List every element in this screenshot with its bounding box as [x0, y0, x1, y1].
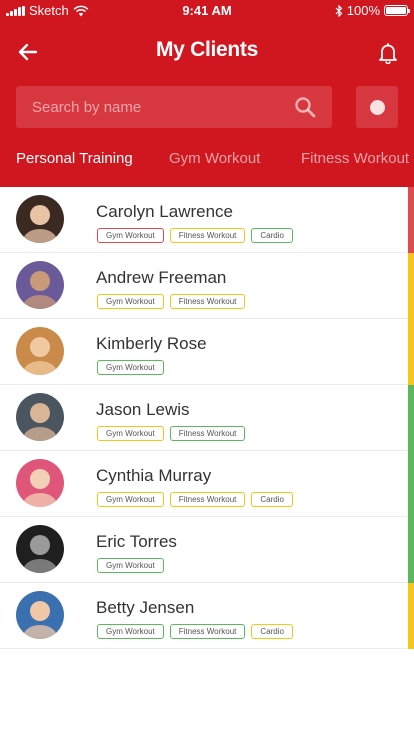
workout-tag: Gym Workout [97, 624, 164, 639]
category-tabs: Personal Training Gym Workout Fitness Wo… [0, 150, 414, 176]
status-indicator [408, 517, 414, 583]
client-name: Kimberly Rose [96, 334, 207, 353]
workout-tag: Gym Workout [97, 294, 164, 309]
status-bar: Sketch 9:41 AM 100% [0, 0, 414, 22]
notifications-button[interactable] [374, 38, 402, 68]
client-list: Carolyn Lawrence Gym Workout Fitness Worko… [0, 187, 414, 649]
client-tags: Gym Workout Fitness Workout [97, 426, 246, 441]
workout-tag: Gym Workout [97, 426, 164, 441]
status-indicator [408, 583, 414, 649]
workout-tag: Fitness Workout [169, 294, 246, 309]
search-input[interactable] [16, 86, 332, 128]
filter-dot-icon [369, 99, 385, 115]
battery-icon [384, 5, 410, 16]
client-name: Eric Torres [96, 532, 177, 551]
workout-tag: Gym Workout [97, 492, 164, 507]
tab-fitness-workout[interactable]: Fitness Workout [301, 150, 409, 167]
app-header: Sketch 9:41 AM 100% My Clients Search by… [0, 0, 414, 187]
bell-icon [379, 43, 397, 64]
page-title: My Clients [155, 38, 259, 61]
client-avatar [16, 525, 64, 573]
workout-tag: Fitness Workout [169, 426, 246, 441]
bluetooth-icon [335, 4, 343, 17]
tab-gym-workout[interactable]: Gym Workout [169, 150, 260, 167]
tab-personal-training[interactable]: Personal Training [16, 150, 133, 167]
client-name: Carolyn Lawrence [96, 202, 234, 221]
client-row[interactable]: Carolyn Lawrence Gym Workout Fitness Worko… [0, 187, 414, 253]
battery-level [386, 7, 406, 14]
client-tags: Gym Workout Fitness Workout [97, 294, 246, 309]
client-name: Jason Lewis [96, 400, 190, 419]
client-avatar [16, 393, 64, 441]
client-name: Andrew Freeman [96, 268, 227, 287]
search-icon[interactable] [294, 96, 316, 118]
client-tags: Gym Workout [97, 558, 164, 573]
client-row[interactable]: Betty Jensen Gym Workout Fitness Workout Ca… [0, 583, 414, 649]
status-indicator [408, 385, 414, 451]
client-row[interactable]: Eric Torres Gym Workout [0, 517, 414, 583]
status-right: 100% [335, 3, 410, 18]
client-avatar [16, 327, 64, 375]
client-avatar [16, 195, 64, 243]
filter-button[interactable] [356, 86, 398, 128]
client-name: Cynthia Murray [96, 466, 212, 485]
workout-tag: Gym Workout [97, 558, 164, 573]
client-avatar [16, 459, 64, 507]
workout-tag: Fitness Workout [169, 492, 246, 507]
client-tags: Gym Workout [97, 360, 164, 375]
workout-tag: Cardio [251, 228, 293, 243]
workout-tag: Gym Workout [97, 228, 164, 243]
status-indicator [408, 187, 414, 253]
client-row[interactable]: Jason Lewis Gym Workout Fitness Workout [0, 385, 414, 451]
client-row[interactable]: Andrew Freeman Gym Workout Fitness Workout [0, 253, 414, 319]
client-avatar [16, 591, 64, 639]
workout-tag: Fitness Workout [169, 624, 246, 639]
status-indicator [408, 253, 414, 319]
client-tags: Gym Workout Fitness Workout Cardio [97, 228, 293, 243]
workout-tag: Cardio [251, 492, 293, 507]
client-tags: Gym Workout Fitness Workout Cardio [97, 492, 293, 507]
client-row[interactable]: Kimberly Rose Gym Workout [0, 319, 414, 385]
client-avatar [16, 261, 64, 309]
workout-tag: Cardio [251, 624, 293, 639]
status-indicator [408, 451, 414, 517]
battery-percent: 100% [346, 3, 380, 18]
client-tags: Gym Workout Fitness Workout Cardio [97, 624, 293, 639]
workout-tag: Fitness Workout [169, 228, 246, 243]
client-row[interactable]: Cynthia Murray Gym Workout Fitness Workout… [0, 451, 414, 517]
client-name: Betty Jensen [96, 598, 195, 617]
workout-tag: Gym Workout [97, 360, 164, 375]
status-indicator [408, 319, 414, 385]
search-box [16, 86, 332, 128]
